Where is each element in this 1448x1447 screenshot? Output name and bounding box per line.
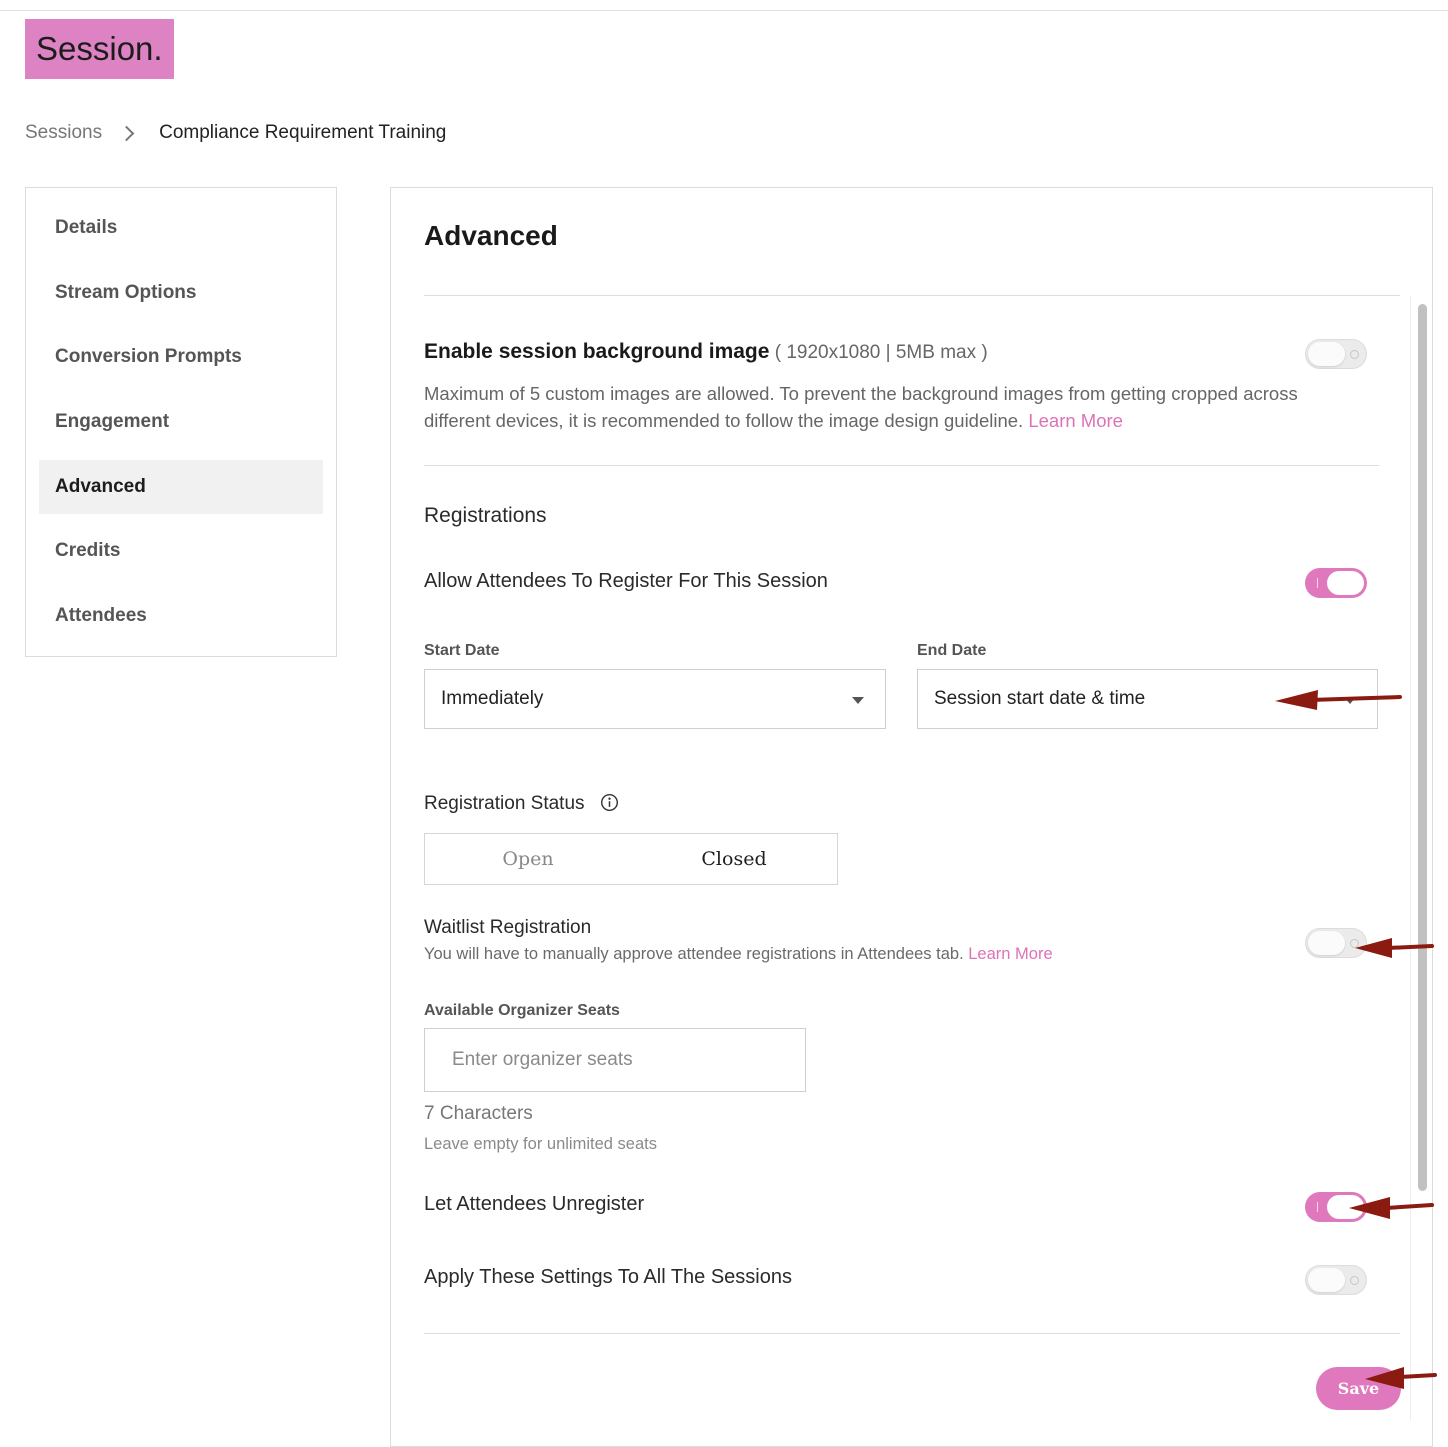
breadcrumb: Sessions Compliance Requirement Training <box>25 120 446 146</box>
sidebar-item-credits[interactable]: Credits <box>39 524 323 578</box>
sidebar-item-conversion-prompts[interactable]: Conversion Prompts <box>39 330 323 384</box>
chevron-right-icon <box>118 125 135 141</box>
waitlist-learn-more-link[interactable]: Learn More <box>968 945 1052 963</box>
background-image-description-text: Maximum of 5 custom images are allowed. … <box>424 383 1298 431</box>
sidebar-item-attendees[interactable]: Attendees <box>39 589 323 643</box>
info-icon[interactable] <box>600 793 619 812</box>
waitlist-description: You will have to manually approve attend… <box>424 945 1053 964</box>
waitlist-label: Waitlist Registration <box>424 917 592 938</box>
top-divider <box>0 10 1448 11</box>
toggle-knob <box>1308 931 1345 955</box>
sidebar-item-advanced[interactable]: Advanced <box>39 460 323 514</box>
annotation-arrow-save <box>1365 1367 1437 1389</box>
allow-register-label: Allow Attendees To Register For This Ses… <box>424 570 828 592</box>
breadcrumb-sessions-link[interactable]: Sessions <box>25 122 102 144</box>
waitlist-description-text: You will have to manually approve attend… <box>424 945 969 963</box>
organizer-seats-input[interactable]: Enter organizer seats <box>424 1028 806 1092</box>
toggle-knob <box>1308 342 1345 366</box>
apply-all-label: Apply These Settings To All The Sessions <box>424 1266 792 1288</box>
toggle-on-mark-icon <box>1317 578 1318 588</box>
toggle-off-mark-icon <box>1350 350 1359 359</box>
background-image-learn-more-link[interactable]: Learn More <box>1028 410 1123 431</box>
background-image-setting-label: Enable session background image ( 1920x1… <box>424 340 988 364</box>
background-image-toggle[interactable] <box>1305 339 1367 369</box>
start-date-label: Start Date <box>424 642 500 659</box>
scrollbar-thumb[interactable] <box>1418 304 1427 1191</box>
title-divider <box>424 295 1400 296</box>
session-logo[interactable]: Session. <box>25 19 174 79</box>
apply-all-toggle[interactable] <box>1305 1265 1367 1295</box>
annotation-arrow-unregister <box>1349 1197 1434 1219</box>
character-counter: 7 Characters <box>424 1103 533 1124</box>
toggle-off-mark-icon <box>1350 1276 1359 1285</box>
registration-status-label: Registration Status <box>424 793 619 815</box>
background-image-label-text: Enable session background image <box>424 340 770 363</box>
start-date-value: Immediately <box>441 688 544 709</box>
end-date-value: Session start date & time <box>934 688 1146 709</box>
end-date-label: End Date <box>917 642 987 659</box>
status-open-option[interactable]: Open <box>425 834 631 884</box>
toggle-knob <box>1327 571 1364 595</box>
background-image-spec: ( 1920x1080 | 5MB max ) <box>769 342 988 363</box>
settings-sidebar: Details Stream Options Conversion Prompt… <box>25 187 337 657</box>
advanced-settings-panel: Advanced Enable session background image… <box>390 187 1433 1447</box>
annotation-arrow-end-date <box>1275 690 1402 710</box>
registration-status-label-text: Registration Status <box>424 793 585 814</box>
caret-down-icon <box>852 697 864 704</box>
status-closed-option[interactable]: Closed <box>631 834 837 884</box>
background-image-description: Maximum of 5 custom images are allowed. … <box>424 380 1364 434</box>
start-date-select[interactable]: Immediately <box>424 669 886 729</box>
annotation-arrow-waitlist <box>1355 938 1434 958</box>
sidebar-item-details[interactable]: Details <box>39 201 323 255</box>
toggle-on-mark-icon <box>1317 1202 1318 1212</box>
page-title: Advanced <box>424 220 558 251</box>
toggle-knob <box>1308 1268 1345 1292</box>
sidebar-item-engagement[interactable]: Engagement <box>39 395 323 449</box>
unregister-label: Let Attendees Unregister <box>424 1193 645 1215</box>
section-divider <box>424 465 1379 466</box>
allow-register-toggle[interactable] <box>1305 568 1367 598</box>
registration-status-toggle: Open Closed <box>424 833 838 885</box>
organizer-seats-label: Available Organizer Seats <box>424 1002 620 1019</box>
organizer-seats-hint: Leave empty for unlimited seats <box>424 1135 657 1153</box>
footer-divider <box>424 1333 1400 1334</box>
sidebar-item-stream-options[interactable]: Stream Options <box>39 266 323 320</box>
breadcrumb-current: Compliance Requirement Training <box>159 122 447 143</box>
registrations-section-title: Registrations <box>424 504 547 527</box>
